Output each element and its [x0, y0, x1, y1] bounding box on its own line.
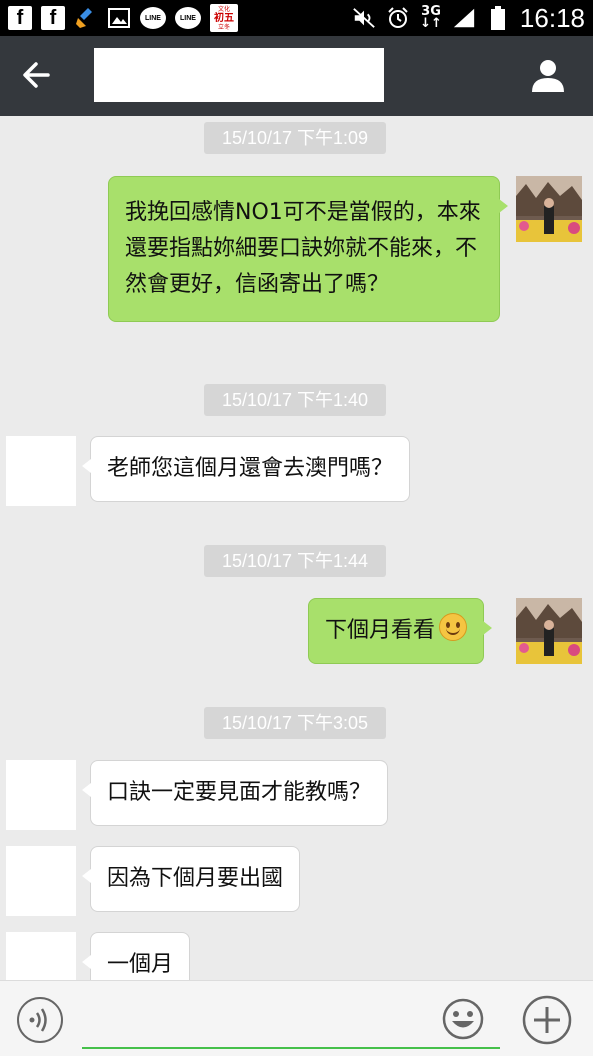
calendar-main: 初五 [214, 12, 234, 24]
input-bar [0, 980, 593, 1056]
network-arrows: ↓↑ [420, 16, 442, 31]
avatar[interactable] [6, 436, 76, 506]
sent-message[interactable]: 我挽回感情NO1可不是當假的，本來還要指點妳細要口訣妳就不能來，不然會更好，信函… [108, 176, 508, 322]
chat-header [0, 36, 593, 116]
avatar[interactable] [6, 846, 76, 916]
signal-icon [452, 6, 476, 30]
gallery-icon [107, 6, 131, 30]
mute-icon [352, 6, 376, 30]
battery-icon [486, 6, 510, 30]
timestamp: 15/10/17 下午1:09 [204, 122, 386, 154]
received-message[interactable]: 因為下個月要出國 [81, 846, 301, 912]
clock: 16:18 [519, 2, 585, 33]
timestamp: 15/10/17 下午3:05 [204, 707, 386, 739]
alarm-icon [386, 6, 410, 30]
calendar-bottom: 立冬 [217, 23, 230, 31]
network-type: 3G ↓↑ [420, 5, 442, 31]
voice-icon[interactable] [16, 996, 64, 1044]
line-icon: LINE [140, 7, 166, 29]
calendar-top: 文化 [217, 5, 230, 13]
facebook-icon: f [41, 6, 65, 30]
timestamp: 15/10/17 下午1:44 [204, 545, 386, 577]
emoji-icon[interactable] [442, 998, 484, 1040]
plus-icon[interactable] [522, 995, 572, 1045]
smiley-emoji-icon [439, 613, 468, 641]
chat-messages[interactable]: 15/10/17 下午1:09 我挽回感情NO1可不是當假的，本來還要指點妳細要… [0, 116, 593, 980]
received-message[interactable]: 一個月 [81, 932, 191, 980]
message-input[interactable] [82, 1047, 500, 1049]
chat-title [94, 48, 384, 102]
received-message[interactable]: 老師您這個月還會去澳門嗎？ [81, 436, 411, 502]
avatar[interactable] [6, 932, 76, 980]
message-text: 下個月看看 [325, 618, 436, 643]
timestamp: 15/10/17 下午1:40 [204, 384, 386, 416]
status-bar: f f LINE LINE 文化 初五 立冬 3G ↓↑ 16:18 [0, 0, 593, 36]
system-status: 3G ↓↑ 16:18 [352, 0, 585, 36]
sent-message[interactable]: 下個月看看 [308, 598, 493, 664]
notification-icons: f f LINE LINE 文化 初五 立冬 [8, 4, 238, 32]
back-arrow-icon[interactable] [18, 56, 56, 94]
facebook-icon: f [8, 6, 32, 30]
line-icon: LINE [175, 7, 201, 29]
profile-icon[interactable] [529, 56, 567, 94]
received-message[interactable]: 口訣一定要見面才能教嗎？ [81, 760, 389, 826]
avatar[interactable] [6, 760, 76, 830]
avatar[interactable] [516, 598, 582, 664]
cleaner-icon [74, 6, 98, 30]
avatar[interactable] [516, 176, 582, 242]
calendar-icon: 文化 初五 立冬 [210, 4, 238, 32]
